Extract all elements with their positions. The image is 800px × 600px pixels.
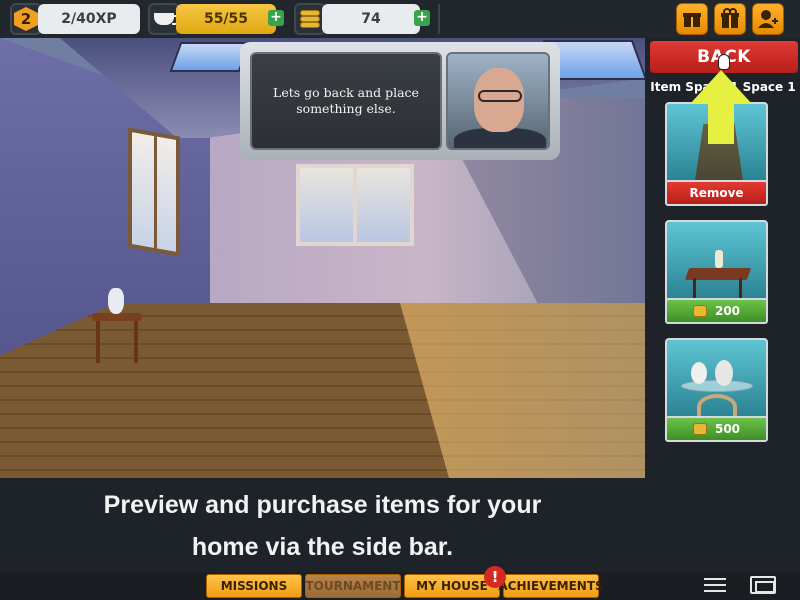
- dialogue-text: Lets go back and place something else.: [250, 52, 442, 150]
- glasses-icon: [478, 90, 522, 102]
- caption-line-1: Preview and purchase items for your: [103, 491, 542, 519]
- buy-button-500[interactable]: 500: [665, 416, 768, 442]
- coin-icon: [692, 305, 707, 317]
- gift-box-icon: [721, 8, 739, 28]
- energy-counter: 55/55: [176, 4, 276, 34]
- tab-tournament[interactable]: TOURNAMENT: [305, 574, 401, 598]
- add-energy-button[interactable]: +: [268, 10, 284, 26]
- add-friend-button[interactable]: [752, 3, 784, 35]
- back-window: [296, 164, 414, 246]
- fullscreen-icon[interactable]: [750, 576, 776, 594]
- xp-counter: 2/40XP: [38, 4, 140, 34]
- topbar-divider: [438, 4, 440, 34]
- skylight-left: [169, 42, 251, 72]
- level-number: 2: [14, 7, 38, 31]
- coin-counter: 74: [322, 4, 420, 34]
- gift-box-button[interactable]: [714, 3, 746, 35]
- tab-missions[interactable]: MISSIONS: [206, 574, 302, 598]
- buy-button-200[interactable]: 200: [665, 298, 768, 324]
- arrow-up-icon: [690, 70, 752, 144]
- side-table[interactable]: [92, 313, 142, 363]
- dialogue-box: Lets go back and place something else.: [240, 42, 560, 160]
- remove-button[interactable]: Remove: [665, 180, 768, 206]
- vase[interactable]: [108, 288, 124, 314]
- price-label: 200: [714, 304, 741, 318]
- price-label: 500: [714, 422, 741, 436]
- advisor-portrait: [446, 52, 550, 150]
- game-screen: 2 2/40XP 55/55 + 74 + Lets go back and p…: [0, 0, 800, 600]
- add-friend-icon: [758, 10, 778, 28]
- caption-line-2: home via the side bar.: [191, 533, 454, 561]
- gift-hand-button[interactable]: [676, 3, 708, 35]
- left-window: [128, 127, 180, 257]
- alert-badge-icon: !: [484, 566, 506, 588]
- coin-icon: [692, 423, 707, 435]
- gift-hand-icon: [683, 13, 701, 27]
- coffee-table-preview: [684, 244, 752, 304]
- list-menu-icon[interactable]: [704, 578, 730, 594]
- tutorial-caption: Preview and purchase items for your home…: [0, 484, 645, 568]
- tab-achievements[interactable]: ACHIEVEMENTS: [498, 574, 604, 598]
- hand-cursor-icon: [718, 54, 730, 70]
- add-coins-button[interactable]: +: [414, 10, 430, 26]
